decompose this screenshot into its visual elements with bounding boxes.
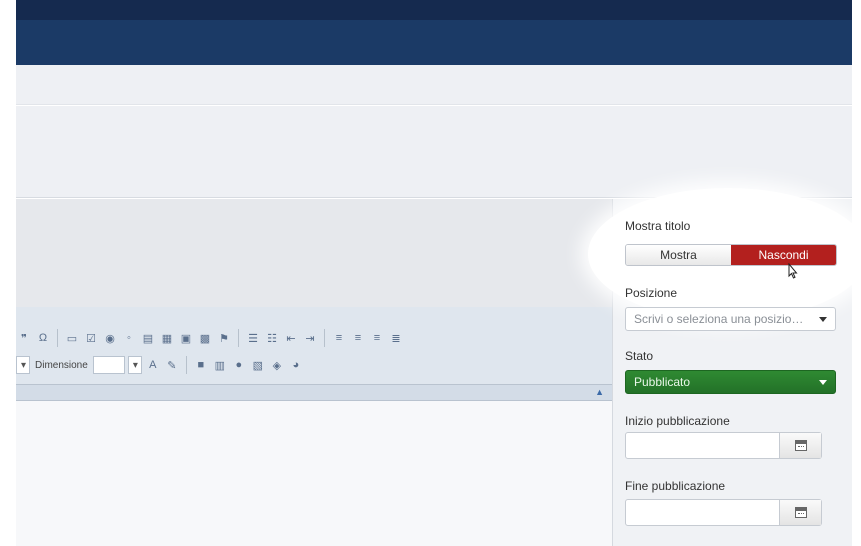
- inizio-calendar-button[interactable]: [779, 433, 821, 458]
- text-color-icon[interactable]: A: [145, 357, 161, 373]
- top-bar: [16, 0, 852, 20]
- fine-pubblicazione-label: Fine pubblicazione: [625, 479, 726, 493]
- textfield-icon[interactable]: ▭: [64, 330, 80, 346]
- font-select-dropdown[interactable]: ▾: [16, 356, 30, 374]
- fine-pubblicazione-field[interactable]: [625, 499, 822, 526]
- form-icon[interactable]: ▤: [140, 330, 156, 346]
- size-label: Dimensione: [35, 359, 88, 371]
- checkbox-icon[interactable]: ☑: [83, 330, 99, 346]
- flash-icon[interactable]: ■: [193, 357, 209, 373]
- subheader: [16, 65, 852, 105]
- omega-icon[interactable]: Ω: [35, 330, 51, 346]
- chevron-down-icon: [819, 380, 827, 385]
- size-select[interactable]: [92, 356, 125, 374]
- color-wheel-icon[interactable]: ◕: [288, 357, 304, 373]
- editor-toolbar-row-2: ▾ Dimensione ▾ A ✎ ■ ▥ ● ▧ ◈ ◕: [16, 354, 304, 376]
- special-icon[interactable]: ◈: [269, 357, 285, 373]
- fine-calendar-button[interactable]: [779, 500, 821, 525]
- editor-collapse-strip: ▲: [16, 385, 612, 401]
- indent-icon[interactable]: ⇥: [302, 330, 318, 346]
- size-select-dropdown[interactable]: ▾: [127, 356, 142, 374]
- hidden-field-icon[interactable]: ▣: [178, 330, 194, 346]
- toolbar-separator: [324, 329, 325, 347]
- stato-label: Stato: [625, 349, 654, 363]
- editor-toolbar-row-1: ❞ Ω ▭ ☑ ◉ ◦ ▤ ▦ ▣ ▩ ⚑ ☰ ☷ ⇤ ⇥ ≡ ≡ ≡ ≣: [16, 327, 404, 349]
- radio-icon[interactable]: ◉: [102, 330, 118, 346]
- title-area: [16, 106, 852, 198]
- bg-color-icon[interactable]: ✎: [164, 357, 180, 373]
- page: ❞ Ω ▭ ☑ ◉ ◦ ▤ ▦ ▣ ▩ ⚑ ☰ ☷ ⇤ ⇥ ≡ ≡ ≡ ≣ ▾ …: [0, 0, 861, 546]
- mostra-button[interactable]: Mostra: [626, 245, 731, 265]
- align-left-icon[interactable]: ≡: [331, 330, 347, 346]
- toolbar-separator: [185, 356, 187, 374]
- button-icon[interactable]: ◦: [121, 330, 137, 346]
- stato-select[interactable]: Pubblicato: [625, 370, 836, 394]
- posizione-placeholder: Scrivi o seleziona una posizio…: [634, 312, 804, 326]
- posizione-label: Posizione: [625, 286, 678, 300]
- editor-toolbar: ❞ Ω ▭ ☑ ◉ ◦ ▤ ▦ ▣ ▩ ⚑ ☰ ☷ ⇤ ⇥ ≡ ≡ ≡ ≣ ▾ …: [16, 307, 612, 385]
- mostra-titolo-label: Mostra titolo: [625, 219, 691, 233]
- anchor-icon[interactable]: ⚑: [216, 330, 232, 346]
- header-bar: [16, 20, 852, 65]
- unordered-list-icon[interactable]: ☷: [264, 330, 280, 346]
- justify-icon[interactable]: ≣: [388, 330, 404, 346]
- align-center-icon[interactable]: ≡: [350, 330, 366, 346]
- page-break-icon[interactable]: ▧: [250, 357, 266, 373]
- calendar-icon: [794, 507, 807, 518]
- quote-icon[interactable]: ❞: [16, 330, 32, 346]
- ordered-list-icon[interactable]: ☰: [245, 330, 261, 346]
- inizio-pubblicazione-label: Inizio pubblicazione: [625, 414, 730, 428]
- calendar-icon: [794, 440, 807, 451]
- collapse-toolbar-icon[interactable]: ▲: [595, 387, 604, 397]
- image-insert-icon[interactable]: ▩: [197, 330, 213, 346]
- stato-value: Pubblicato: [634, 375, 691, 389]
- nascondi-button[interactable]: Nascondi: [731, 245, 836, 265]
- image-field-icon[interactable]: ▦: [159, 330, 175, 346]
- info-icon[interactable]: ●: [231, 357, 247, 373]
- table-icon[interactable]: ▥: [212, 357, 228, 373]
- inizio-pubblicazione-field[interactable]: [625, 432, 822, 459]
- editor-text-area[interactable]: [16, 401, 612, 546]
- toolbar-separator: [57, 329, 58, 347]
- mouse-cursor-icon: [788, 263, 798, 279]
- mostra-titolo-toggle[interactable]: Mostra Nascondi: [625, 244, 837, 266]
- outdent-icon[interactable]: ⇤: [283, 330, 299, 346]
- posizione-select[interactable]: Scrivi o seleziona una posizio…: [625, 307, 836, 331]
- align-right-icon[interactable]: ≡: [369, 330, 385, 346]
- toolbar-separator: [238, 329, 239, 347]
- chevron-down-icon: [819, 317, 827, 322]
